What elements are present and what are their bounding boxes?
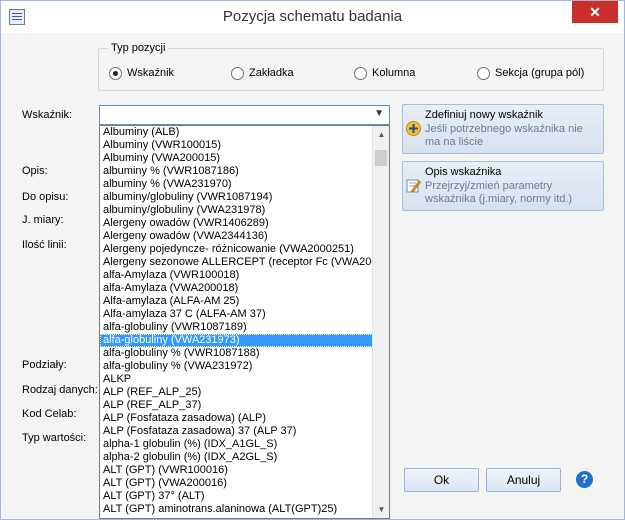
label-j-miary: J. miary: xyxy=(22,214,64,226)
dialog-window: Pozycja schematu badania ✕ Typ pozycji W… xyxy=(0,0,625,520)
list-item[interactable]: ALT (GPT) aminotrans.alaninowa (ALT(GPT)… xyxy=(100,503,373,516)
radio-dot[interactable] xyxy=(477,66,490,80)
list-item[interactable]: alfa-Amylaza (VWR100018) xyxy=(100,269,373,282)
radio-sekcja[interactable]: Sekcja (grupa pól) xyxy=(477,66,584,80)
scroll-down-icon[interactable]: ▼ xyxy=(373,501,389,518)
label-podzialy: Podziały: xyxy=(22,359,67,371)
title-bar: Pozycja schematu badania ✕ xyxy=(1,1,624,33)
define-indicator-title: Zdefiniuj nowy wskaźnik xyxy=(425,109,543,121)
indicator-combo[interactable]: ▼ xyxy=(99,105,390,125)
list-item-selected[interactable]: alfa-globuliny (VWA231973) xyxy=(100,334,373,347)
list-scrollbar[interactable]: ▲ ▼ xyxy=(372,126,389,518)
list-item[interactable]: ALP (REF_ALP_37) xyxy=(100,399,373,412)
indicator-description-title: Opis wskaźnika xyxy=(425,166,502,178)
radio-label: Kolumna xyxy=(372,67,416,79)
plus-icon xyxy=(406,121,421,136)
scroll-up-icon[interactable]: ▲ xyxy=(373,126,389,143)
help-icon[interactable]: ? xyxy=(576,471,593,488)
indicator-list-items: Albuminy (ALB) Albuminy (VWR100015) Albumi… xyxy=(100,126,389,516)
list-item[interactable]: ALP (Fosfataza zasadowa) (ALP) xyxy=(100,412,373,425)
label-wskaznik: Wskaźnik: xyxy=(22,109,73,121)
list-item[interactable]: ALP (REF_ALP_25) xyxy=(100,386,373,399)
radio-dot-selected[interactable] xyxy=(109,66,122,80)
list-item[interactable]: albuminy % (VWA231970) xyxy=(100,178,373,191)
list-item[interactable]: albuminy/globuliny (VWR1087194) xyxy=(100,191,373,204)
label-opis: Opis: xyxy=(22,165,48,177)
list-item[interactable]: alfa-globuliny % (VWR1087188) xyxy=(100,347,373,360)
define-indicator-desc: Jeśli potrzebnego wskaźnika nie ma na li… xyxy=(425,123,583,148)
edit-icon xyxy=(406,179,421,193)
list-item[interactable]: Alfa-amylaza 37 C (ALFA-AM 37) xyxy=(100,308,373,321)
indicator-description-button[interactable]: Opis wskaźnika Przejrzyj/zmień parametry… xyxy=(402,161,604,211)
ok-button[interactable]: Ok xyxy=(404,468,479,492)
list-item[interactable]: ALT (GPT) 37° (ALT) xyxy=(100,490,373,503)
indicator-description-desc: Przejrzyj/zmień parametry wskaźnika (j.m… xyxy=(425,180,573,205)
indicator-dropdown-list[interactable]: Albuminy (ALB) Albuminy (VWR100015) Albumi… xyxy=(99,125,390,519)
window-title: Pozycja schematu badania xyxy=(222,8,403,25)
radio-dot[interactable] xyxy=(354,66,367,80)
list-item[interactable]: ALT (GPT) (VWA200016) xyxy=(100,477,373,490)
radio-kolumna[interactable]: Kolumna xyxy=(354,66,415,80)
radio-label: Zakładka xyxy=(249,67,294,79)
list-item[interactable]: alfa-Amylaza (VWA200018) xyxy=(100,282,373,295)
label-ilosc-linii: Ilość linii: xyxy=(22,239,67,251)
list-item[interactable]: Alergeny sezonowe ALLERCEPT (receptor Fc… xyxy=(100,256,373,269)
list-item[interactable]: ALP (Fosfataza zasadowa) 37 (ALP 37) xyxy=(100,425,373,438)
list-item[interactable]: albuminy % (VWR1087186) xyxy=(100,165,373,178)
radio-zakladka[interactable]: Zakładka xyxy=(231,66,294,80)
radio-label: Sekcja (grupa pól) xyxy=(495,67,585,79)
label-do-opisu: Do opisu: xyxy=(22,191,69,203)
list-item[interactable]: alpha-2 globulin (%) (IDX_A2GL_S) xyxy=(100,451,373,464)
radio-label: Wskaźnik xyxy=(127,67,175,79)
list-item[interactable]: Alergeny pojedyncze- różnicowanie (VWA20… xyxy=(100,243,373,256)
list-item[interactable]: alfa-globuliny % (VWA231972) xyxy=(100,360,373,373)
cancel-button[interactable]: Anuluj xyxy=(486,468,561,492)
chevron-down-icon[interactable]: ▼ xyxy=(374,108,384,119)
label-kod-celab: Kod Celab: xyxy=(22,408,77,420)
list-item[interactable]: Alfa-amylaza (ALFA-AM 25) xyxy=(100,295,373,308)
list-item[interactable]: Albuminy (VWA200015) xyxy=(100,152,373,165)
list-item[interactable]: Albuminy (ALB) xyxy=(100,126,373,139)
radio-dot[interactable] xyxy=(231,66,244,80)
position-type-legend: Typ pozycji xyxy=(108,42,169,54)
radio-wskaznik[interactable]: Wskaźnik xyxy=(109,66,174,80)
list-item[interactable]: Alergeny owadów (VWA2344136) xyxy=(100,230,373,243)
label-rodzaj-danych: Rodzaj danych: xyxy=(22,384,98,396)
close-button[interactable]: ✕ xyxy=(572,1,618,23)
label-typ-wartosci: Typ wartości: xyxy=(22,432,87,444)
define-indicator-button[interactable]: Zdefiniuj nowy wskaźnik Jeśli potrzebneg… xyxy=(402,104,604,154)
list-item[interactable]: alpha-1 globulin (%) (IDX_A1GL_S) xyxy=(100,438,373,451)
list-item[interactable]: Alergeny owadów (VWR1406289) xyxy=(100,217,373,230)
list-item[interactable]: ALKP xyxy=(100,373,373,386)
list-item[interactable]: albuminy/globuliny (VWA231978) xyxy=(100,204,373,217)
list-item[interactable]: alfa-globuliny (VWR1087189) xyxy=(100,321,373,334)
list-item[interactable]: Albuminy (VWR100015) xyxy=(100,139,373,152)
list-item[interactable]: ALT (GPT) (VWR100016) xyxy=(100,464,373,477)
scroll-thumb[interactable] xyxy=(375,150,387,166)
